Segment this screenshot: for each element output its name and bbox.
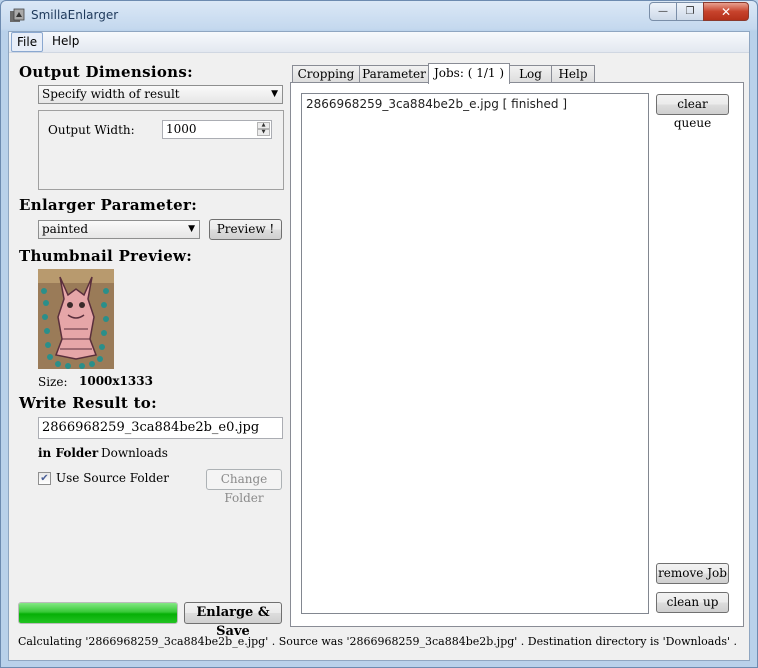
preview-button[interactable]: Preview !	[209, 219, 282, 240]
job-list[interactable]: 2866968259_3ca884be2b_e.jpg [ finished ]	[301, 93, 649, 614]
dimension-mode-value: Specify width of result	[42, 87, 180, 101]
output-width-spinbox[interactable]: 1000 ▲ ▼	[162, 120, 272, 139]
tab-jobs[interactable]: Jobs: ( 1/1 )	[428, 63, 510, 84]
menu-file[interactable]: File	[11, 32, 44, 52]
output-dimensions-label: Output Dimensions:	[19, 63, 193, 81]
progress-bar	[18, 602, 178, 624]
maximize-button[interactable]: ❐	[676, 2, 704, 21]
menu-help[interactable]: Help	[47, 32, 84, 52]
output-width-label: Output Width:	[48, 123, 135, 137]
remove-job-button[interactable]: remove Job	[656, 563, 729, 584]
change-folder-button[interactable]: Change Folder	[206, 469, 282, 505]
chevron-down-icon: ▼	[188, 224, 195, 234]
status-bar: Calculating '2866968259_3ca884be2b_e.jpg…	[18, 635, 738, 648]
output-width-value: 1000	[166, 122, 197, 136]
chevron-down-icon: ▼	[271, 89, 278, 99]
app-window: SmillaEnlarger — ❐ ✕ File Help Output Di…	[0, 0, 758, 668]
write-result-label: Write Result to:	[19, 394, 157, 412]
tab-parameter[interactable]: Parameter	[359, 65, 429, 83]
thumbnail-image	[38, 269, 114, 369]
minimize-button[interactable]: —	[649, 2, 677, 21]
thumbnail-preview-label: Thumbnail Preview:	[19, 247, 193, 265]
menu-bar: File Help	[9, 32, 749, 53]
spin-up-button[interactable]: ▲	[257, 122, 270, 129]
in-folder-label: in Folder	[38, 446, 99, 460]
use-source-folder-label: Use Source Folder	[56, 471, 169, 485]
smilla-app-icon	[10, 8, 25, 22]
jobs-tab-pane: 2866968259_3ca884be2b_e.jpg [ finished ]…	[290, 82, 744, 627]
clear-queue-button[interactable]: clear queue	[656, 94, 729, 130]
tab-cropping[interactable]: Cropping	[292, 65, 360, 83]
tab-help[interactable]: Help	[551, 65, 595, 83]
enlarger-parameter-label: Enlarger Parameter:	[19, 196, 198, 214]
client-area: File Help Output Dimensions: Specify wid…	[8, 31, 750, 661]
output-filename-field[interactable]: 2866968259_3ca884be2b_e0.jpg	[38, 417, 283, 439]
tab-log[interactable]: Log	[509, 65, 552, 83]
spin-down-button[interactable]: ▼	[257, 129, 270, 136]
preset-select[interactable]: painted ▼	[38, 220, 200, 239]
output-width-group: Output Width: 1000 ▲ ▼	[38, 110, 284, 190]
size-value: 1000x1333	[79, 374, 153, 388]
check-icon: ✔	[40, 473, 49, 484]
close-button[interactable]: ✕	[703, 2, 749, 21]
title-bar[interactable]: SmillaEnlarger — ❐ ✕	[1, 1, 757, 31]
list-item[interactable]: 2866968259_3ca884be2b_e.jpg [ finished ]	[306, 97, 567, 111]
use-source-folder-checkbox[interactable]: ✔	[38, 472, 51, 485]
clean-up-button[interactable]: clean up	[656, 592, 729, 613]
size-label: Size:	[38, 375, 68, 389]
window-title: SmillaEnlarger	[31, 8, 119, 22]
preset-value: painted	[42, 222, 89, 236]
folder-name: Downloads	[101, 446, 168, 460]
progress-fill	[19, 603, 177, 623]
dimension-mode-select[interactable]: Specify width of result ▼	[38, 85, 283, 104]
enlarge-save-button[interactable]: Enlarge & Save	[184, 602, 282, 639]
